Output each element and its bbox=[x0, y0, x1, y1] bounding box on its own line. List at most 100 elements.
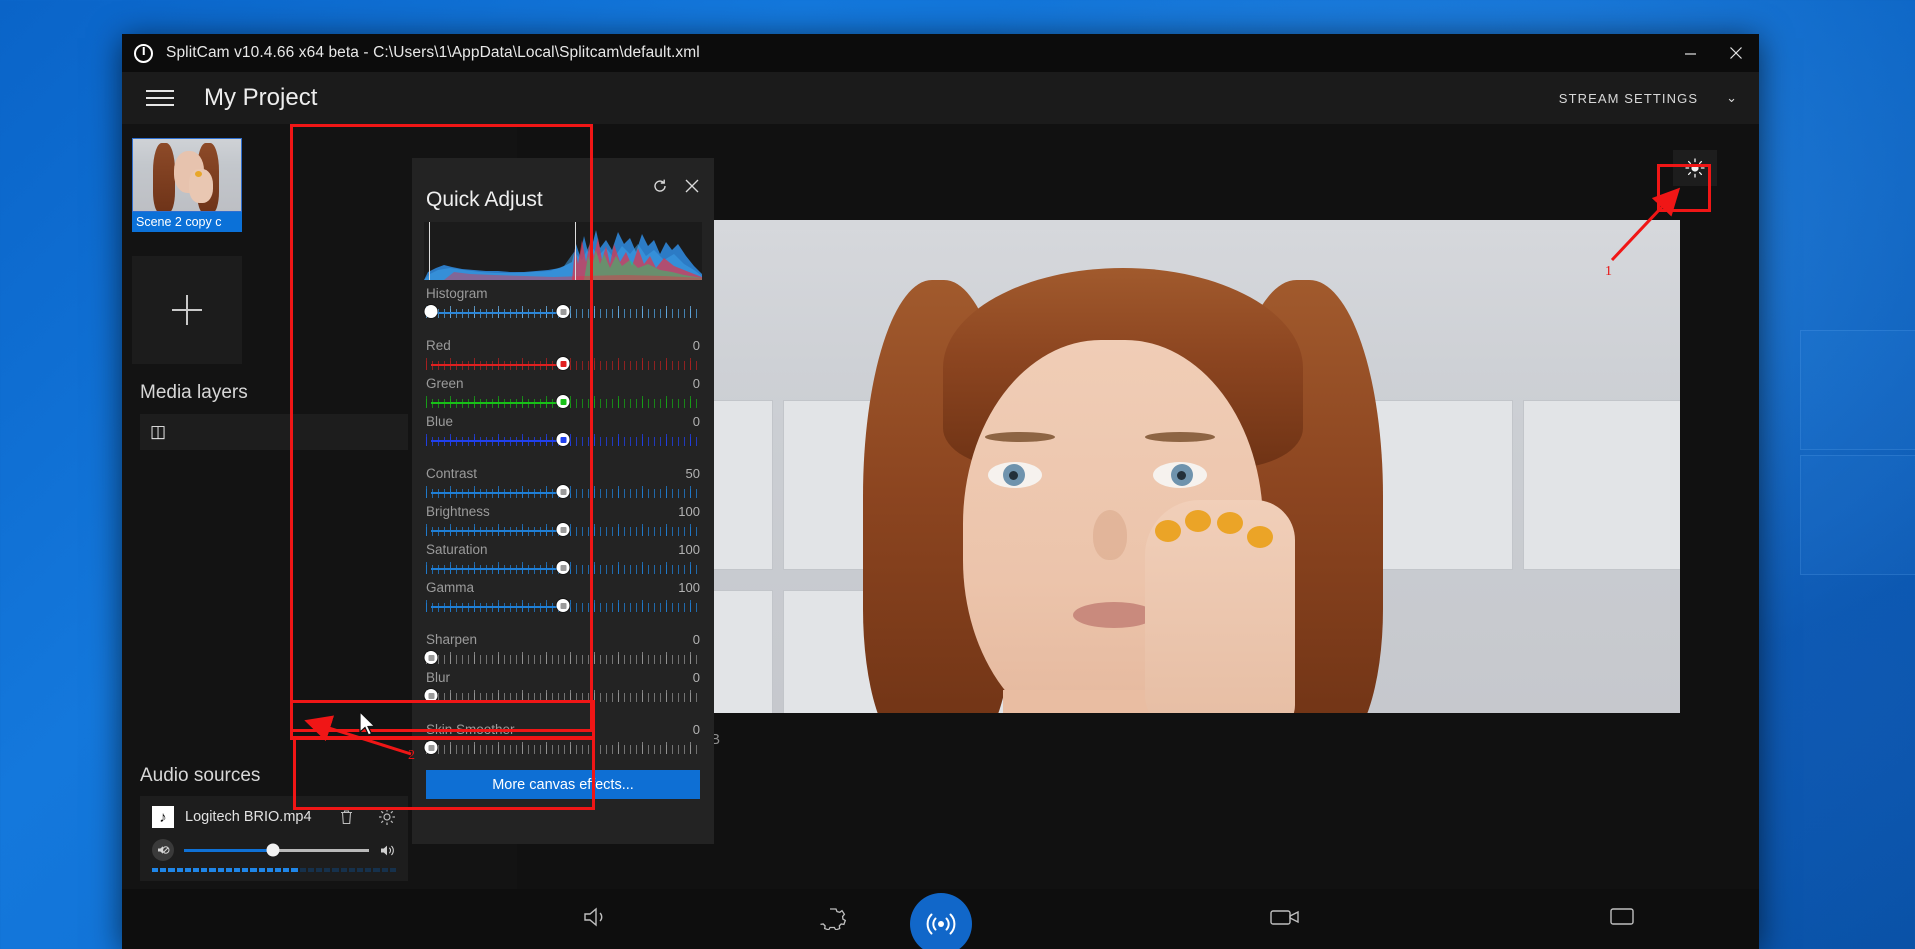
slider-value: 0 bbox=[692, 670, 700, 685]
slider-knob[interactable] bbox=[556, 599, 570, 612]
slider-blue: Blue 0 bbox=[412, 414, 714, 446]
slider-value: 100 bbox=[678, 580, 700, 595]
hamburger-icon[interactable] bbox=[146, 87, 174, 109]
slider-fill bbox=[431, 606, 563, 608]
slider-track[interactable] bbox=[426, 354, 700, 370]
slider-knob[interactable] bbox=[556, 395, 570, 408]
camera-layer-icon: ◫ bbox=[150, 422, 167, 441]
scene-item[interactable]: Scene 2 copy c bbox=[132, 138, 242, 232]
adjust-sliders: Red 0 Green 0 Blue 0 Contrast 50 Brightness 100 Sa… bbox=[412, 338, 714, 754]
slider-major-ticks bbox=[426, 690, 700, 702]
slider-label: Brightness bbox=[426, 504, 490, 519]
slider-track[interactable] bbox=[424, 738, 700, 754]
slider-fill bbox=[431, 364, 563, 366]
volume-slider-knob[interactable] bbox=[266, 843, 280, 857]
slider-label: Contrast bbox=[426, 466, 478, 481]
reset-icon[interactable] bbox=[652, 178, 668, 199]
slider-knob[interactable] bbox=[556, 561, 570, 574]
gear-icon[interactable] bbox=[378, 808, 396, 826]
slider-value: 0 bbox=[692, 722, 700, 737]
slider-knob[interactable] bbox=[556, 523, 570, 536]
slider-knob[interactable] bbox=[424, 689, 438, 702]
slider-label: Green bbox=[426, 376, 464, 391]
minimize-button[interactable] bbox=[1667, 34, 1713, 72]
broadcast-button[interactable] bbox=[909, 893, 972, 949]
close-button[interactable] bbox=[1713, 34, 1759, 72]
slider-knob[interactable] bbox=[556, 485, 570, 498]
preview-art bbox=[1093, 510, 1127, 560]
screen-icon[interactable] bbox=[1609, 905, 1639, 934]
preview-art bbox=[1247, 526, 1273, 548]
quick-adjust-header: Quick Adjust bbox=[412, 158, 714, 212]
slider-group-gap bbox=[412, 702, 714, 716]
histogram-low-marker bbox=[429, 222, 430, 280]
preview-art bbox=[1009, 471, 1018, 480]
slider-saturation: Saturation 100 bbox=[412, 542, 714, 574]
slider-track[interactable] bbox=[426, 392, 700, 408]
slider-brightness: Brightness 100 bbox=[412, 504, 714, 536]
quick-adjust-actions bbox=[652, 174, 700, 199]
slider-track[interactable] bbox=[424, 686, 700, 702]
slider-sharpen: Sharpen 0 bbox=[412, 632, 714, 664]
annotation-number-1: 1 bbox=[1605, 264, 1612, 279]
slider-label: Blue bbox=[426, 414, 454, 429]
trash-icon[interactable] bbox=[338, 808, 355, 826]
audio-source-item[interactable]: ♪ Logitech BRIO.mp4 bbox=[140, 796, 408, 881]
stream-settings-button[interactable]: STREAM SETTINGS ⌄ bbox=[1559, 90, 1737, 106]
slider-label: Red bbox=[426, 338, 451, 353]
slider-fill bbox=[431, 492, 563, 494]
scene-thumbnail[interactable] bbox=[132, 138, 242, 212]
speaker-icon[interactable] bbox=[581, 904, 611, 935]
audio-item-header: ♪ Logitech BRIO.mp4 bbox=[152, 806, 396, 828]
slider-track[interactable] bbox=[426, 430, 700, 446]
histogram-display bbox=[424, 222, 702, 280]
slider-fill bbox=[431, 530, 563, 532]
slider-track[interactable] bbox=[426, 482, 700, 498]
histogram-graph bbox=[424, 222, 702, 280]
slider-track[interactable] bbox=[426, 520, 700, 536]
broadcast-icon bbox=[926, 913, 955, 935]
slider-track[interactable] bbox=[426, 558, 700, 574]
slider-major-ticks bbox=[426, 742, 700, 754]
histogram-high-knob[interactable] bbox=[556, 305, 570, 318]
slider-label: Saturation bbox=[426, 542, 488, 557]
preview-art bbox=[985, 432, 1055, 442]
slider-knob[interactable] bbox=[424, 651, 438, 664]
brightness-icon[interactable] bbox=[1673, 150, 1717, 186]
slider-knob[interactable] bbox=[556, 433, 570, 446]
desktop-decoration bbox=[1800, 455, 1915, 575]
slider-green: Green 0 bbox=[412, 376, 714, 408]
slider-label: Gamma bbox=[426, 580, 475, 595]
histogram-range-slider[interactable] bbox=[424, 302, 700, 318]
media-layer-item[interactable]: ◫ bbox=[140, 414, 408, 450]
close-icon[interactable] bbox=[684, 178, 700, 199]
slider-track[interactable] bbox=[426, 596, 700, 612]
splitcam-logo-icon bbox=[134, 43, 153, 63]
add-scene-button[interactable] bbox=[132, 256, 242, 364]
slider-knob[interactable] bbox=[424, 741, 438, 754]
camera-icon[interactable] bbox=[1269, 905, 1301, 934]
volume-track-rest bbox=[272, 848, 369, 852]
preview-art bbox=[1145, 432, 1215, 442]
plus-icon bbox=[172, 295, 202, 325]
mouse-cursor bbox=[359, 710, 376, 736]
app-body: Scene 2 copy c Media layers ◫ Audio sour… bbox=[122, 124, 1759, 889]
gear-icon[interactable] bbox=[819, 904, 847, 935]
app-header: My Project STREAM SETTINGS ⌄ bbox=[122, 72, 1759, 124]
slider-track[interactable] bbox=[424, 648, 700, 664]
desktop-decoration bbox=[1800, 330, 1915, 450]
quick-adjust-title: Quick Adjust bbox=[426, 188, 543, 211]
slider-knob[interactable] bbox=[556, 357, 570, 370]
histogram-low-knob[interactable] bbox=[424, 305, 438, 318]
volume-icon[interactable] bbox=[379, 843, 396, 858]
slider-value: 0 bbox=[692, 376, 700, 391]
audio-file-icon: ♪ bbox=[152, 806, 174, 828]
more-canvas-effects-button[interactable]: More canvas effects... bbox=[426, 770, 700, 799]
volume-slider[interactable] bbox=[184, 843, 369, 857]
bottom-toolbar bbox=[122, 889, 1759, 949]
mute-icon[interactable] bbox=[152, 839, 174, 861]
page-title: My Project bbox=[204, 84, 318, 111]
scene-label: Scene 2 copy c bbox=[132, 212, 242, 232]
slider-value: 50 bbox=[685, 466, 700, 481]
slider-major-ticks bbox=[426, 652, 700, 664]
